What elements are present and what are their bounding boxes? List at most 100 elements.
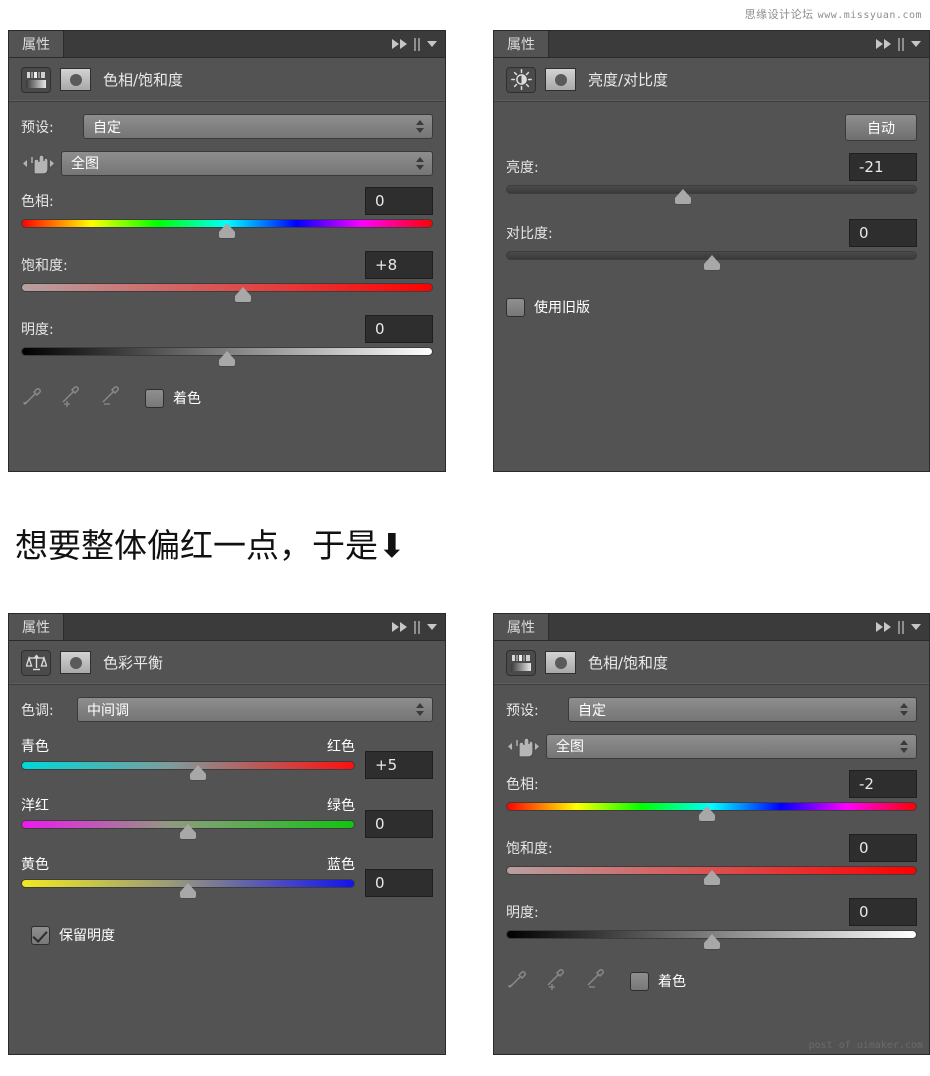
yellow-blue-slider[interactable] — [21, 877, 355, 899]
collapse-double-arrow-icon[interactable] — [392, 622, 407, 632]
tab-properties[interactable]: 属性 — [494, 614, 549, 640]
preset-select[interactable]: 自定 — [568, 697, 917, 722]
tone-select[interactable]: 中间调 — [77, 697, 433, 722]
lightness-slider-thumb[interactable] — [219, 351, 235, 366]
hue-value[interactable]: -2 — [849, 770, 917, 798]
lightness-value[interactable]: 0 — [365, 315, 433, 343]
colorize-checkbox-row[interactable]: 着色 — [630, 971, 686, 991]
cyan-red-slider[interactable] — [21, 759, 355, 781]
cyan-red-slider-thumb[interactable] — [190, 765, 207, 780]
hue-saturation-gradient-icon — [21, 66, 51, 93]
tab-properties[interactable]: 属性 — [9, 614, 64, 640]
screenshot-root: 思缘设计论坛 www.missyuan.com 属性 色相/饱和度 预设: 自定… — [0, 0, 930, 1076]
panel-menu-chevron-icon[interactable] — [427, 624, 437, 630]
auto-button[interactable]: 自动 — [845, 114, 917, 141]
legacy-checkbox-row[interactable]: 使用旧版 — [506, 297, 917, 317]
targeted-adjustment-hand-icon[interactable] — [21, 149, 55, 177]
panel-tab-controls — [876, 614, 929, 640]
tab-label: 属性 — [22, 620, 50, 636]
panel-menu-chevron-icon[interactable] — [911, 624, 921, 630]
saturation-value[interactable]: +8 — [365, 251, 433, 279]
colorize-checkbox-row[interactable]: 着色 — [145, 388, 201, 408]
range-value: 全图 — [71, 156, 99, 172]
hue-value[interactable]: 0 — [365, 187, 433, 215]
panel-menu-chevron-icon[interactable] — [427, 41, 437, 47]
lightness-value[interactable]: 0 — [849, 898, 917, 926]
collapse-double-arrow-icon[interactable] — [876, 622, 891, 632]
lightness-label-row: 明度: 0 — [21, 315, 433, 343]
brightness-value[interactable]: -21 — [849, 153, 917, 181]
contrast-slider-thumb[interactable] — [703, 255, 720, 270]
contrast-value[interactable]: 0 — [849, 219, 917, 247]
saturation-label: 饱和度: — [21, 258, 68, 274]
panel-grip-icon[interactable] — [414, 37, 420, 51]
lightness-slider-thumb[interactable] — [703, 934, 720, 949]
preset-label: 预设: — [506, 702, 539, 719]
hue-slider[interactable] — [506, 800, 917, 822]
preserve-luminosity-row[interactable]: 保留明度 — [31, 925, 433, 945]
panel-grip-icon[interactable] — [898, 37, 904, 51]
panel-tab-controls — [392, 614, 445, 640]
tab-properties[interactable]: 属性 — [9, 31, 64, 57]
panel-header: 色相/饱和度 — [494, 641, 929, 685]
layer-mask-thumbnail[interactable] — [545, 68, 576, 91]
hue-slider[interactable] — [21, 217, 433, 239]
hue-slider-thumb[interactable] — [699, 806, 716, 821]
saturation-value[interactable]: 0 — [849, 834, 917, 862]
yellow-blue-slider-thumb[interactable] — [180, 883, 196, 898]
magenta-label: 洋红 — [21, 798, 49, 814]
eyedropper-icon[interactable] — [21, 385, 43, 411]
layer-mask-thumbnail[interactable] — [60, 68, 91, 91]
brightness-label-row: 亮度: -21 — [506, 153, 917, 181]
saturation-slider-thumb[interactable] — [235, 287, 252, 302]
lightness-slider[interactable] — [21, 345, 433, 367]
lightness-label: 明度: — [506, 905, 539, 921]
saturation-slider[interactable] — [21, 281, 433, 303]
brightness-slider[interactable] — [506, 183, 917, 205]
preserve-luminosity-checkbox[interactable] — [31, 925, 50, 945]
watermark-top-url: www.missyuan.com — [817, 10, 922, 21]
saturation-slider[interactable] — [506, 864, 917, 886]
panel-grip-icon[interactable] — [898, 620, 904, 634]
watermark-top-cn: 思缘设计论坛 — [744, 8, 814, 21]
magenta-green-slider[interactable] — [21, 818, 355, 840]
tone-label: 色调: — [21, 702, 54, 719]
layer-mask-thumbnail[interactable] — [545, 651, 576, 674]
cyan-red-value[interactable]: +5 — [365, 751, 433, 779]
collapse-double-arrow-icon[interactable] — [876, 39, 891, 49]
range-select[interactable]: 全图 — [61, 150, 433, 176]
tab-properties[interactable]: 属性 — [494, 31, 549, 57]
eyedropper-icon[interactable] — [506, 968, 528, 994]
lightness-label-row: 明度: 0 — [506, 898, 917, 926]
layer-mask-thumbnail[interactable] — [60, 651, 91, 674]
colorize-checkbox[interactable] — [145, 388, 164, 408]
eyedropper-add-icon[interactable] — [59, 385, 83, 411]
eyedropper-subtract-icon[interactable] — [99, 385, 123, 411]
targeted-adjustment-hand-icon[interactable] — [506, 732, 540, 760]
hue-saturation-gradient-icon — [506, 649, 536, 676]
legacy-checkbox[interactable] — [506, 297, 525, 317]
brightness-sun-icon — [506, 66, 536, 93]
panel-grip-icon[interactable] — [414, 620, 420, 634]
colorize-checkbox[interactable] — [630, 971, 649, 991]
saturation-slider-thumb[interactable] — [703, 870, 720, 885]
range-select[interactable]: 全图 — [546, 733, 917, 759]
collapse-double-arrow-icon[interactable] — [392, 39, 407, 49]
yellow-blue-value[interactable]: 0 — [365, 869, 433, 897]
brightness-slider-thumb[interactable] — [674, 189, 691, 204]
contrast-slider[interactable] — [506, 249, 917, 271]
eyedropper-subtract-icon[interactable] — [584, 968, 608, 994]
lightness-slider[interactable] — [506, 928, 917, 950]
preset-select[interactable]: 自定 — [83, 114, 433, 139]
panel-title: 色相/饱和度 — [588, 654, 669, 672]
magenta-green-slider-thumb[interactable] — [180, 824, 196, 839]
eyedropper-add-icon[interactable] — [544, 968, 568, 994]
hue-label: 色相: — [21, 194, 54, 210]
saturation-slider-track — [21, 283, 433, 292]
panel-tab-controls — [392, 31, 445, 57]
brightness-label: 亮度: — [506, 160, 539, 176]
magenta-green-value[interactable]: 0 — [365, 810, 433, 838]
hue-slider-thumb[interactable] — [219, 223, 235, 238]
watermark-top: 思缘设计论坛 www.missyuan.com — [745, 6, 922, 22]
panel-menu-chevron-icon[interactable] — [911, 41, 921, 47]
